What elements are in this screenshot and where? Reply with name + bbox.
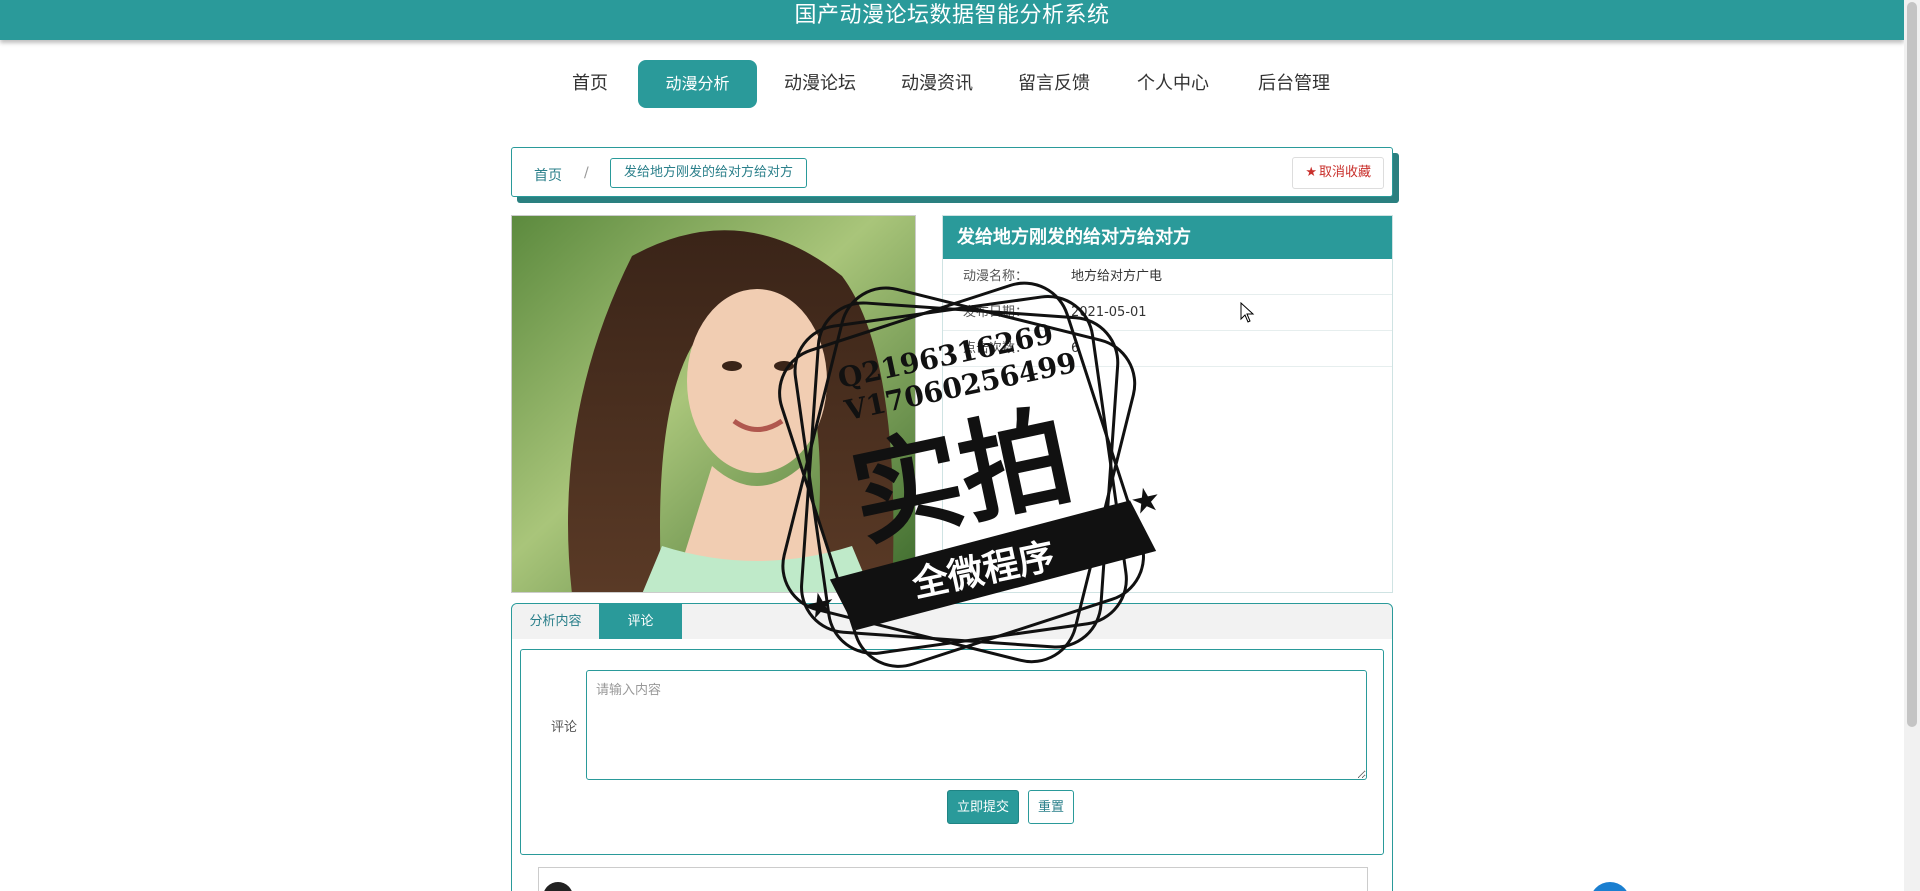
detail-row-date: 发布日期： 2021-05-01 — [943, 295, 1392, 331]
scrollbar-thumb[interactable] — [1907, 2, 1917, 727]
content-tabs: 分析内容 评论 评论 立即提交 重置 — [511, 603, 1393, 891]
nav-item-home[interactable]: 首页 — [568, 60, 612, 108]
comment-list-item — [538, 867, 1368, 891]
avatar — [543, 882, 573, 891]
nav-item-anime-forum[interactable]: 动漫论坛 — [783, 60, 857, 108]
cover-photo-illustration — [512, 216, 915, 592]
detail-title: 发给地方刚发的给对方给对方 — [943, 216, 1392, 259]
detail-row-clicks: 点击次数： 6 — [943, 331, 1392, 367]
unfavorite-label: 取消收藏 — [1318, 165, 1371, 180]
breadcrumb-current: 发给地方刚发的给对方给对方 — [610, 158, 808, 188]
breadcrumb-home-link[interactable]: 首页 — [534, 165, 562, 185]
anime-detail-panel: 发给地方刚发的给对方给对方 动漫名称： 地方给对方广电 发布日期： 2021-0… — [942, 215, 1393, 593]
tab-bar: 分析内容 评论 — [512, 604, 1392, 639]
nav-item-anime-analysis[interactable]: 动漫分析 — [638, 60, 757, 108]
mouse-cursor-icon — [1240, 302, 1255, 323]
tab-analysis-content[interactable]: 分析内容 — [512, 604, 599, 639]
comment-label: 评论 — [551, 720, 578, 735]
breadcrumb: 首页 / 发给地方刚发的给对方给对方 ★ 取消收藏 — [511, 147, 1393, 197]
comment-input[interactable] — [586, 670, 1367, 780]
detail-value: 2021-05-01 — [1071, 305, 1147, 320]
detail-label: 点击次数： — [963, 341, 1029, 356]
app-header: 国产动漫论坛数据智能分析系统 — [0, 0, 1904, 40]
nav-item-anime-news[interactable]: 动漫资讯 — [900, 60, 974, 108]
detail-value: 地方给对方广电 — [1071, 269, 1163, 284]
detail-label: 发布日期： — [963, 305, 1029, 320]
reset-button[interactable]: 重置 — [1028, 790, 1075, 824]
anime-cover-image — [511, 215, 916, 593]
nav-item-admin[interactable]: 后台管理 — [1257, 60, 1331, 108]
submit-comment-button[interactable]: 立即提交 — [947, 790, 1020, 824]
tab-comments[interactable]: 评论 — [599, 604, 682, 639]
detail-label: 动漫名称： — [963, 269, 1029, 284]
comment-form: 评论 立即提交 重置 — [520, 649, 1384, 855]
detail-row-name: 动漫名称： 地方给对方广电 — [943, 259, 1392, 295]
floating-action-button[interactable] — [1590, 882, 1630, 891]
app-title: 国产动漫论坛数据智能分析系统 — [794, 3, 1110, 28]
detail-value: 6 — [1071, 341, 1080, 356]
main-nav: 首页 动漫分析 动漫论坛 动漫资讯 留言反馈 个人中心 后台管理 — [0, 60, 1904, 108]
nav-item-profile[interactable]: 个人中心 — [1136, 60, 1210, 108]
vertical-scrollbar[interactable] — [1904, 0, 1920, 891]
nav-item-feedback[interactable]: 留言反馈 — [1017, 60, 1091, 108]
unfavorite-button[interactable]: ★ 取消收藏 — [1292, 157, 1384, 189]
page: 国产动漫论坛数据智能分析系统 首页 动漫分析 动漫论坛 动漫资讯 留言反馈 个人… — [0, 0, 1920, 891]
star-icon: ★ — [1305, 165, 1317, 180]
breadcrumb-separator: / — [584, 165, 589, 181]
